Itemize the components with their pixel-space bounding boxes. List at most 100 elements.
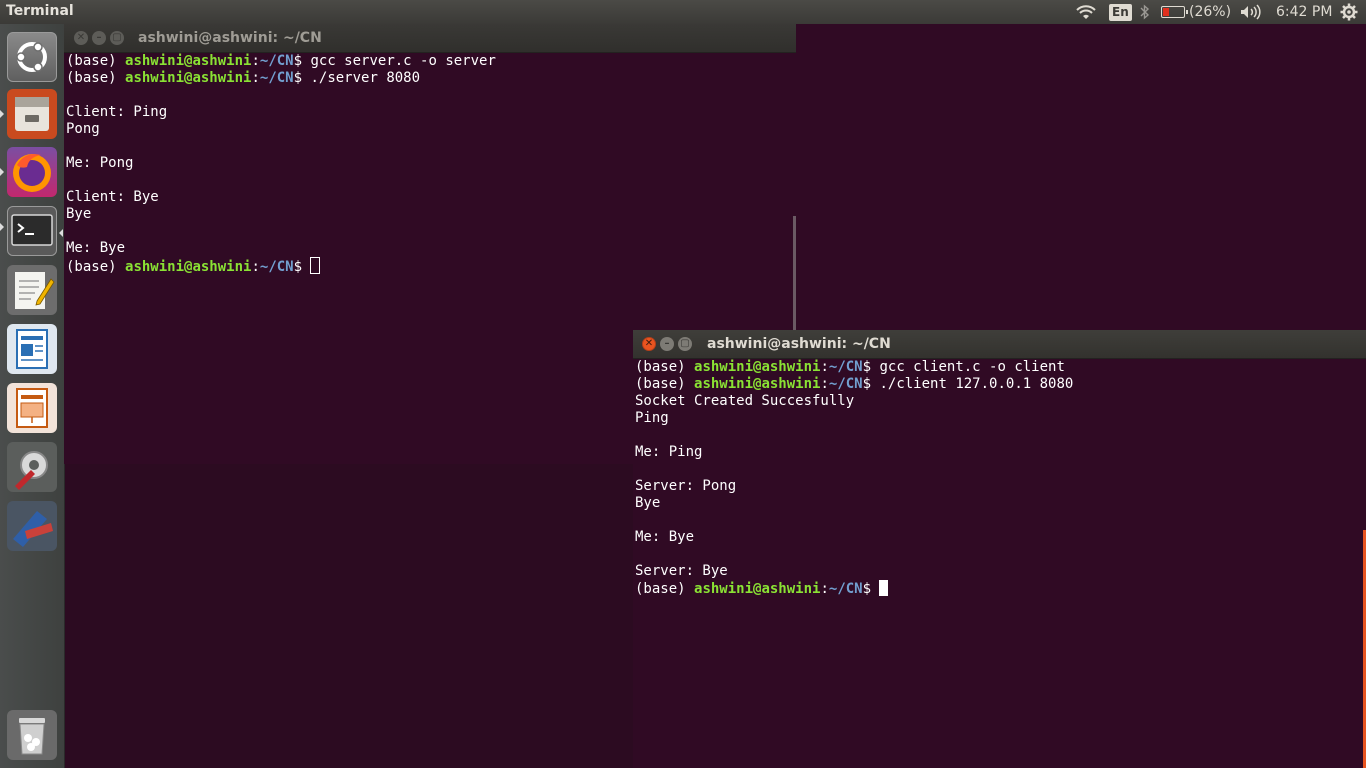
terminal-output[interactable]: (base) ashwini@ashwini:~/CN$ gcc client.…	[635, 359, 1073, 597]
focused-indicator	[59, 229, 63, 237]
window-title: ashwini@ashwini: ~/CN	[138, 30, 322, 46]
minimize-icon[interactable]: –	[660, 337, 674, 351]
terminal-line: Server: Bye	[635, 563, 728, 579]
volume-icon[interactable]	[1240, 0, 1262, 24]
battery-percentage: (26%)	[1189, 4, 1232, 20]
impress-icon	[16, 388, 48, 428]
terminal-background-region	[796, 24, 1366, 330]
running-indicator	[0, 110, 4, 118]
command-text: ./server 8080	[310, 70, 421, 86]
prompt-user: ashwini@ashwini	[125, 70, 252, 86]
window-titlebar[interactable]: ✕ – ▢ ashwini@ashwini: ~/CN	[633, 330, 1366, 359]
clock[interactable]: 6:42 PM	[1276, 0, 1332, 24]
terminal-line: Client: Bye	[66, 189, 159, 205]
maximize-icon[interactable]: ▢	[678, 337, 692, 351]
firefox-icon	[13, 154, 51, 192]
prompt-path: ~/CN	[828, 581, 863, 597]
prompt-symbol: $	[293, 259, 311, 275]
prompt-env: (base)	[66, 259, 126, 275]
prompt-user: ashwini@ashwini	[694, 359, 821, 375]
prompt-env: (base)	[635, 359, 695, 375]
prompt-env: (base)	[66, 53, 126, 69]
text-cursor	[879, 580, 889, 596]
terminal-line: Server: Pong	[635, 478, 737, 494]
terminal-line: Me: Pong	[66, 155, 134, 171]
client-terminal-window[interactable]: ✕ – ▢ ashwini@ashwini: ~/CN (base) ashwi…	[633, 330, 1366, 768]
prompt-env: (base)	[66, 70, 126, 86]
language-label: En	[1109, 3, 1132, 21]
prompt-env: (base)	[635, 376, 695, 392]
maximize-icon[interactable]: ▢	[110, 31, 124, 45]
launcher-item-trash[interactable]	[7, 710, 57, 760]
prompt-user: ashwini@ashwini	[125, 259, 252, 275]
minimize-icon[interactable]: –	[92, 31, 106, 45]
text-editor-icon	[15, 272, 55, 309]
terminal-line: (base) ashwini@ashwini:~/CN$	[635, 580, 1073, 597]
battery-low-icon	[1161, 6, 1188, 18]
window-title: ashwini@ashwini: ~/CN	[707, 336, 891, 352]
launcher-item-search[interactable]	[7, 32, 57, 82]
prompt-symbol: $	[293, 70, 311, 86]
terminal-line: Me: Bye	[635, 529, 695, 545]
terminal-icon	[11, 214, 53, 246]
launcher-item-text-editor[interactable]	[7, 265, 57, 315]
terminal-line: Ping	[635, 410, 669, 426]
prompt-user: ashwini@ashwini	[694, 581, 821, 597]
terminal-output[interactable]: (base) ashwini@ashwini:~/CN$ gcc server.…	[66, 53, 496, 275]
gear-icon[interactable]	[1340, 0, 1358, 24]
wifi-icon[interactable]	[1075, 0, 1097, 24]
bluetooth-icon[interactable]	[1140, 0, 1150, 24]
system-settings-icon	[15, 451, 48, 490]
terminal-line: Pong	[66, 121, 100, 137]
prompt-colon: :	[820, 359, 829, 375]
launcher-item-packet-tracer[interactable]	[7, 501, 57, 551]
close-icon[interactable]: ✕	[642, 337, 656, 351]
command-text: gcc server.c -o server	[310, 53, 496, 69]
window-titlebar[interactable]: ✕ – ▢ ashwini@ashwini: ~/CN	[64, 24, 796, 53]
launcher-item-impress[interactable]	[7, 383, 57, 433]
prompt-user: ashwini@ashwini	[694, 376, 821, 392]
prompt-path: ~/CN	[828, 359, 863, 375]
launcher-item-firefox[interactable]	[7, 147, 57, 197]
launcher-item-writer[interactable]	[7, 324, 57, 374]
prompt-colon: :	[820, 581, 829, 597]
launcher-item-system-settings[interactable]	[7, 442, 57, 492]
prompt-user: ashwini@ashwini	[125, 53, 252, 69]
battery-indicator[interactable]: (26%)	[1161, 0, 1231, 24]
prompt-colon: :	[251, 53, 260, 69]
terminal-line: Bye	[635, 495, 661, 511]
ubuntu-logo-icon	[16, 42, 47, 72]
terminal-line: (base) ashwini@ashwini:~/CN$ ./client 12…	[635, 376, 1073, 393]
prompt-path: ~/CN	[259, 70, 294, 86]
prompt-colon: :	[251, 259, 260, 275]
terminal-line: Client: Ping	[66, 104, 168, 120]
prompt-colon: :	[251, 70, 260, 86]
terminal-line: (base) ashwini@ashwini:~/CN$ ./server 80…	[66, 70, 496, 87]
close-icon[interactable]: ✕	[74, 31, 88, 45]
keyboard-language-indicator[interactable]: En	[1109, 0, 1132, 24]
launcher-item-files[interactable]	[7, 89, 57, 139]
running-indicator	[0, 223, 4, 231]
prompt-path: ~/CN	[259, 53, 294, 69]
terminal-line: Socket Created Succesfully	[635, 393, 855, 409]
command-text: ./client 127.0.0.1 8080	[879, 376, 1074, 392]
command-text: gcc client.c -o client	[879, 359, 1065, 375]
prompt-symbol: $	[862, 376, 880, 392]
writer-icon	[16, 329, 48, 369]
trash-icon	[19, 718, 45, 755]
launcher-item-terminal[interactable]	[7, 206, 57, 256]
terminal-line: (base) ashwini@ashwini:~/CN$ gcc client.…	[635, 359, 1073, 376]
terminal-line: Bye	[66, 206, 92, 222]
running-indicator	[0, 168, 4, 176]
terminal-line: (base) ashwini@ashwini:~/CN$ gcc server.…	[66, 53, 496, 70]
terminal-line: Me: Ping	[635, 444, 703, 460]
prompt-symbol: $	[862, 359, 880, 375]
prompt-colon: :	[820, 376, 829, 392]
